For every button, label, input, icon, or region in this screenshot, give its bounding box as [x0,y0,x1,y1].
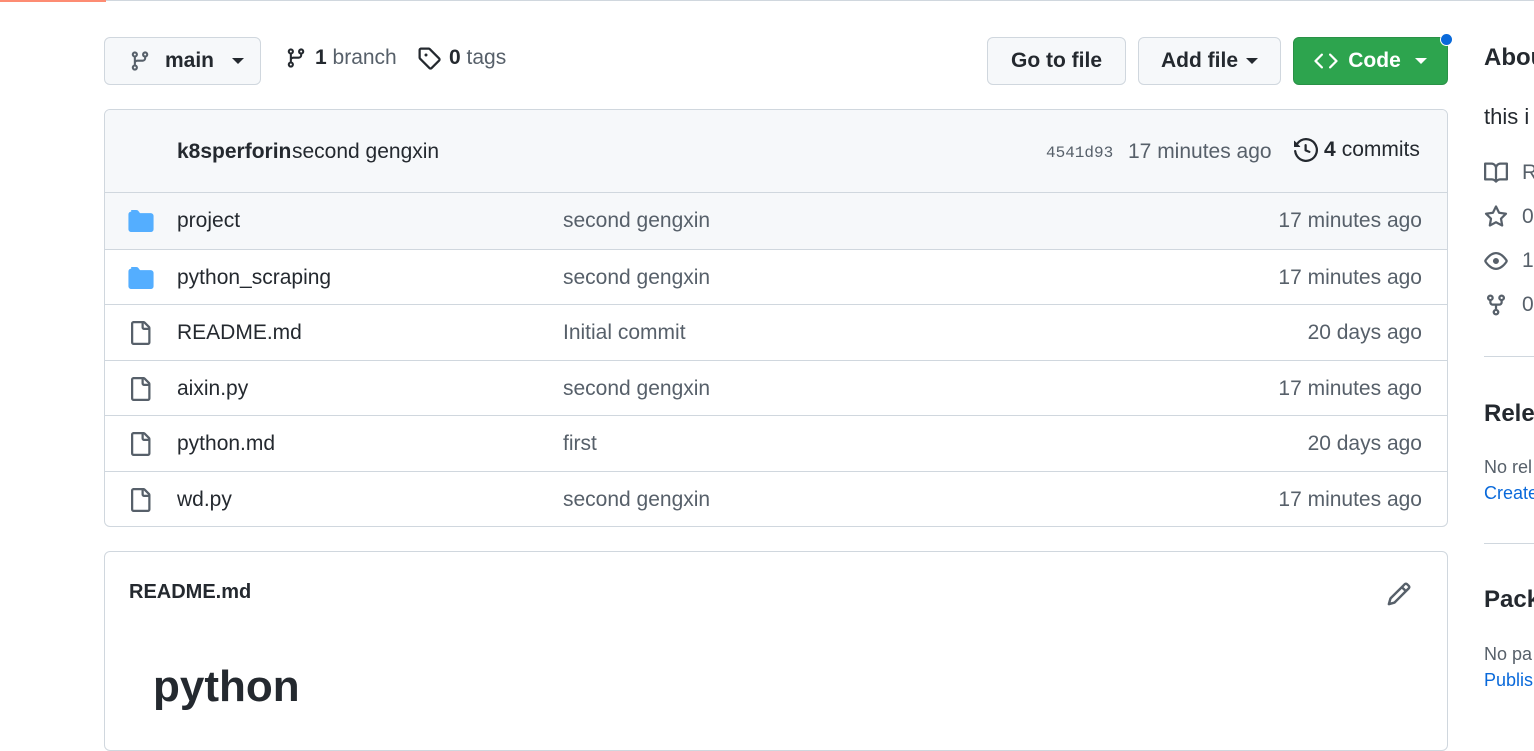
file-commit-message-link[interactable]: second gengxin [563,266,710,290]
file-row[interactable]: aixin.py second gengxin 17 minutes ago [105,359,1447,416]
chevron-down-icon [1414,58,1427,64]
create-release-link[interactable]: Create [1484,483,1534,504]
branch-count: 1 [315,46,327,69]
file-commit-message-link[interactable]: first [563,432,597,456]
code-label: Code [1348,49,1401,72]
git-branch-icon [287,48,305,68]
tag-count: 0 [449,46,461,69]
chevron-down-icon [232,58,245,64]
releases-heading[interactable]: Relea [1484,400,1534,428]
file-commit-message-link[interactable]: second gengxin [563,377,710,401]
branch-label: branch [332,46,397,69]
releases-empty-text: No rel [1484,457,1533,477]
go-to-file-button[interactable]: Go to file [987,37,1126,85]
file-name-link[interactable]: aixin.py [177,377,248,401]
file-commit-message-link[interactable]: second gengxin [563,209,710,233]
file-commit-time: 20 days ago [1307,432,1422,455]
tag-icon [418,47,441,70]
top-divider [0,0,1534,1]
branches-link[interactable]: 1 branch [285,46,397,70]
readme-link-label: R [1522,161,1534,184]
eye-icon [1484,252,1508,270]
file-browser: k8sperforin second gengxin 4541d93 17 mi… [104,109,1448,527]
branch-name: main [165,49,215,72]
latest-commit-bar: k8sperforin second gengxin 4541d93 17 mi… [105,110,1447,193]
file-row[interactable]: project second gengxin 17 minutes ago [105,193,1447,249]
file-row[interactable]: python_scraping second gengxin 17 minutes … [105,248,1447,305]
commit-count: 4 [1324,138,1336,161]
repo-description: this i [1484,104,1530,129]
file-icon [128,320,152,352]
stars-link[interactable]: 0 [1484,205,1534,229]
commit-time: 17 minutes ago [1128,140,1272,163]
commits-link[interactable]: 4 commits [1294,138,1420,162]
forks-link[interactable]: 0 [1484,293,1534,317]
file-row[interactable]: wd.py second gengxin 17 minutes ago [105,470,1447,527]
commit-message-link[interactable]: second gengxin [292,140,439,164]
file-name-link[interactable]: python.md [177,432,275,456]
file-name-link[interactable]: python_scraping [177,266,331,290]
file-commit-time: 17 minutes ago [1278,265,1422,289]
file-name-link[interactable]: project [177,209,240,233]
add-file-button[interactable]: Add file [1138,37,1281,85]
tag-label: tags [466,46,507,69]
packages-empty-text: No pa [1484,644,1533,664]
stars-count: 0 [1522,205,1534,228]
publish-package-link[interactable]: Publisl [1484,670,1534,691]
fork-icon [1487,294,1505,316]
notification-dot [1440,33,1453,46]
file-icon [128,487,152,519]
history-icon [1294,138,1318,162]
sidebar-divider [1484,356,1534,357]
star-icon [1484,205,1508,227]
commit-count-label: commits [1341,138,1420,161]
packages-heading[interactable]: Pack [1484,586,1534,614]
file-commit-time: 17 minutes ago [1278,487,1422,511]
code-icon [1314,53,1338,69]
book-icon [1484,162,1508,183]
file-name-link[interactable]: README.md [177,321,302,345]
readme-link[interactable]: R [1484,161,1534,185]
git-branch-icon [131,51,149,71]
chevron-down-icon [1246,58,1258,64]
commit-author-link[interactable]: k8sperforin [177,140,291,164]
folder-icon [128,210,154,238]
file-commit-time: 17 minutes ago [1278,376,1422,400]
tags-link[interactable]: 0 tags [417,46,506,70]
code-button[interactable]: Code [1293,37,1448,85]
add-file-label: Add file [1161,49,1238,72]
file-commit-time: 20 days ago [1307,321,1422,344]
file-commit-message-link[interactable]: Initial commit [563,321,686,345]
sidebar-divider [1484,543,1534,544]
readme-panel: README.md python [104,551,1448,751]
forks-count: 0 [1522,293,1534,316]
active-tab-underline [0,0,106,2]
file-row[interactable]: README.md Initial commit 20 days ago [105,304,1447,360]
watchers-count: 1 [1522,249,1534,272]
folder-icon [128,266,154,295]
branch-select-button[interactable]: main [104,37,261,85]
file-name-link[interactable]: wd.py [177,488,232,512]
readme-heading: python [153,662,300,711]
file-icon [128,376,152,408]
file-row[interactable]: python.md first 20 days ago [105,415,1447,471]
file-icon [128,431,152,463]
file-commit-message-link[interactable]: second gengxin [563,488,710,512]
watchers-link[interactable]: 1 [1484,249,1534,273]
readme-title-link[interactable]: README.md [129,581,251,604]
pencil-icon[interactable] [1386,581,1412,607]
file-commit-time: 17 minutes ago [1278,209,1422,232]
about-heading: Abou [1484,44,1534,71]
commit-sha-link[interactable]: 4541d93 [1046,144,1113,162]
